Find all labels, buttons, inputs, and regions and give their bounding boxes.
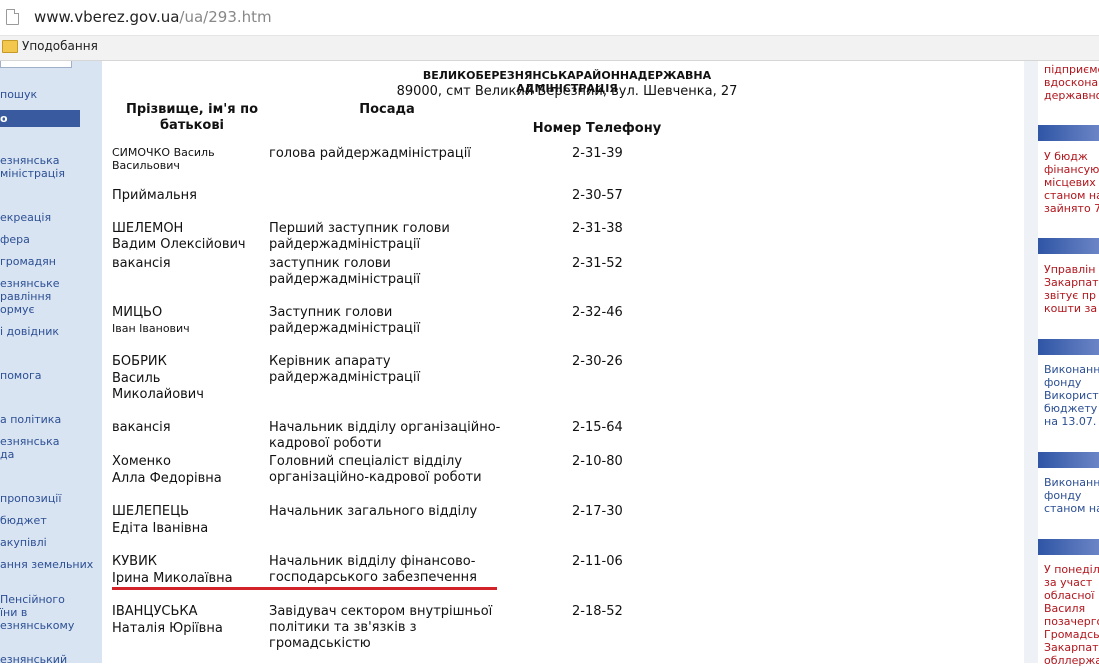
row-position-line2: організаційно-кадрової роботи [269, 470, 482, 485]
row-name-line1: ШЕЛЕПЕЦЬ [112, 504, 190, 519]
column-header-name: Прізвище, ім'я по батькові [125, 102, 259, 133]
row-position-line1: Начальник загального відділу [269, 504, 478, 519]
row-position-line1: Начальник відділу фінансово- [269, 554, 476, 569]
column-header-position: Посада [359, 102, 415, 117]
news-item[interactable]: Виконанн фонду Використ бюджету на 13.07… [1044, 363, 1099, 428]
row-name-line1: МИЦЬО [112, 305, 163, 320]
sidebar-item-sphere[interactable]: фера [0, 233, 30, 246]
row-name-line2: Алла Федорівна [112, 471, 222, 486]
row-phone: 2-18-52 [572, 604, 623, 619]
news-header-bar [1038, 238, 1099, 254]
sidebar-item-recreation[interactable]: екреація [0, 211, 51, 224]
row-name-line2: Васильович [112, 159, 180, 172]
row-phone: 2-32-46 [572, 305, 623, 320]
sidebar-item-help[interactable]: помога [0, 369, 41, 382]
row-phone: 2-10-80 [572, 454, 623, 469]
row-phone: 2-31-38 [572, 221, 623, 236]
row-name-line1: СИМОЧКО Василь [112, 146, 215, 159]
news-item[interactable]: Виконанн фонду станом на [1044, 476, 1099, 515]
row-position-line1: Головний спеціаліст відділу [269, 454, 463, 469]
row-phone: 2-11-06 [572, 554, 623, 569]
news-header-bar [1038, 339, 1099, 355]
sidebar-item-administration[interactable]: езнянська міністрація [0, 154, 65, 180]
right-sidebar: підприємс вдоскона державно У бюдж фінан… [1024, 61, 1099, 667]
row-phone: 2-30-26 [572, 354, 623, 369]
sidebar-item-policy[interactable]: а політика [0, 413, 61, 426]
row-name-line1: вакансія [112, 256, 171, 271]
sidebar-item-proposals[interactable]: пропозиції [0, 492, 61, 505]
row-position-line3: громадськістю [269, 636, 371, 651]
folder-icon[interactable] [2, 40, 18, 53]
row-position-line1: заступник голови [269, 256, 391, 271]
row-phone: 2-31-52 [572, 256, 623, 271]
row-name-line3: Миколайович [112, 387, 204, 402]
row-name-line1: Хоменко [112, 454, 171, 469]
row-position-line2: політики та зв'язків з [269, 620, 417, 635]
sidebar-item-active[interactable]: о [0, 110, 80, 127]
row-position-line2: райдержадміністрації [269, 237, 421, 252]
page-address: 89000, смт Великий Березний, вул. Шевчен… [396, 84, 738, 99]
sidebar-item-department[interactable]: езнянське равління ормує [0, 277, 60, 316]
news-header-bar [1038, 539, 1099, 555]
main-content: ВЕЛИКОБЕРЕЗНЯНСЬКАРАЙОННАДЕРЖАВНА АДМІНІ… [102, 61, 1024, 663]
row-position-line1: Керівник апарату [269, 354, 391, 369]
row-name-line1: Приймальня [112, 188, 197, 203]
row-name-line1: БОБРИК [112, 354, 167, 369]
row-phone: 2-15-64 [572, 420, 623, 435]
news-header-bar [1038, 452, 1099, 468]
row-position-line1: Перший заступник голови [269, 221, 450, 236]
row-position-line1: Начальник відділу організаційно- [269, 420, 501, 435]
row-name-line2: Іван Іванович [112, 322, 190, 335]
bookmark-folder-label[interactable]: Уподобання [22, 39, 98, 53]
row-position-line1: голова райдержадміністрації [269, 146, 471, 161]
left-sidebar: пошук о езнянська міністрація екреація ф… [0, 61, 102, 666]
row-position-line2: райдержадміністрації [269, 272, 421, 287]
row-name-line1: ІВАНЦУСЬКА [112, 604, 198, 619]
row-phone: 2-17-30 [572, 504, 623, 519]
sidebar-item-citizens[interactable]: громадян [0, 255, 56, 268]
sidebar-item-budget[interactable]: бюджет [0, 514, 47, 527]
search-input[interactable] [0, 61, 72, 68]
sidebar-item-district[interactable]: езнянський [0, 653, 67, 666]
sidebar-item-land[interactable]: ання земельних [0, 558, 93, 571]
news-item[interactable]: У понеділ за участ обласної Василя позач… [1044, 563, 1099, 667]
bookmarks-bar: Уподобання [0, 36, 1099, 61]
address-bar[interactable]: www.vberez.gov.ua/ua/293.htm [0, 0, 1099, 36]
url-text[interactable]: www.vberez.gov.ua/ua/293.htm [34, 8, 272, 26]
page-icon [6, 9, 19, 25]
highlight-underline [112, 587, 497, 590]
row-name-line1: ШЕЛЕМОН [112, 221, 184, 236]
row-name-line2: Вадим Олексійович [112, 237, 246, 252]
news-item[interactable]: У бюдж фінансую місцевих станом на зайня… [1044, 150, 1099, 215]
row-position-line2: кадрової роботи [269, 436, 382, 451]
row-name-line2: Наталія Юріївна [112, 621, 223, 636]
row-position-line2: райдержадміністрації [269, 321, 421, 336]
row-name-line1: КУВИК [112, 554, 158, 569]
news-header-bar [1038, 125, 1099, 141]
sidebar-item-directory[interactable]: і довідник [0, 325, 59, 338]
row-position-line2: господарського забезпечення [269, 570, 477, 585]
row-name-line1: вакансія [112, 420, 171, 435]
sidebar-item-procurement[interactable]: акупівлі [0, 536, 47, 549]
row-phone: 2-31-39 [572, 146, 623, 161]
row-position-line1: Заступник голови [269, 305, 393, 320]
sidebar-item-search[interactable]: пошук [0, 88, 37, 101]
row-position-line2: райдержадміністрації [269, 370, 421, 385]
row-name-line2: Василь [112, 371, 161, 386]
news-item[interactable]: підприємс вдоскона державно [1044, 63, 1099, 102]
column-header-phone: Номер Телефону [532, 121, 662, 136]
row-position-line1: Завідувач сектором внутрішньої [269, 604, 493, 619]
row-phone: 2-30-57 [572, 188, 623, 203]
news-item[interactable]: Управлін Закарпат звітує пр кошти за [1044, 263, 1099, 315]
sidebar-item-pension-fund[interactable]: Пенсійного їни в езнянському [0, 593, 74, 632]
row-name-line2: Ірина Миколаївна [112, 571, 233, 586]
sidebar-item-council[interactable]: езнянська да [0, 435, 60, 461]
row-name-line2: Едіта Іванівна [112, 521, 209, 536]
